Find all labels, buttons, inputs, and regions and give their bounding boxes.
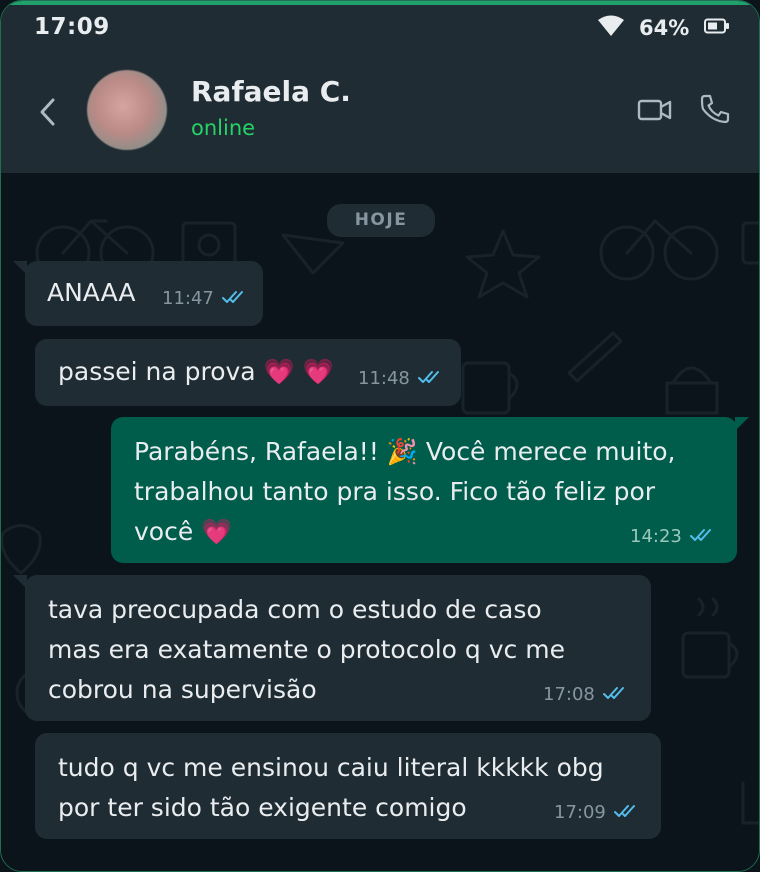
message-text-line-2: trabalhou tanto pra isso. Fico tão feliz… xyxy=(134,477,656,506)
message-time: 11:47 xyxy=(162,288,214,309)
message-time: 17:09 xyxy=(554,802,606,823)
message-text: passei na prova 💗 💗 xyxy=(58,357,334,386)
video-call-icon[interactable] xyxy=(637,97,673,127)
message-meta: 17:08 xyxy=(543,685,629,705)
message-time: 11:48 xyxy=(358,368,410,389)
message-meta: 14:23 xyxy=(630,527,716,547)
contact-name[interactable]: Rafaela C. xyxy=(191,75,351,108)
message-time: 14:23 xyxy=(630,526,682,547)
message-text-line-2: por ter sido tão exigente comigo xyxy=(58,793,467,822)
wifi-icon xyxy=(597,15,625,41)
message-text-line-3: você 💗 xyxy=(134,517,233,546)
read-receipt-icon xyxy=(417,369,444,389)
contact-presence: online xyxy=(191,116,256,140)
incoming-message[interactable]: tava preocupada com o estudo de caso mas… xyxy=(13,575,651,721)
incoming-message[interactable]: tudo q vc me ensinou caiu literal kkkkk … xyxy=(35,733,661,839)
message-meta: 11:47 xyxy=(162,289,248,309)
date-separator: HOJE xyxy=(327,204,435,237)
back-arrow-icon[interactable] xyxy=(37,97,59,131)
message-text: ANAAA xyxy=(47,278,136,307)
chat-header: Rafaela C. online xyxy=(1,53,759,173)
message-meta: 11:48 xyxy=(358,369,444,389)
message-text-line-1: tava preocupada com o estudo de caso xyxy=(48,595,542,624)
battery-percentage: 64% xyxy=(639,16,690,40)
message-text-line-1: Parabéns, Rafaela!! 🎉 Você merece muito, xyxy=(134,437,676,466)
incoming-message[interactable]: passei na prova 💗 💗 11:48 xyxy=(35,339,461,406)
contact-avatar[interactable] xyxy=(87,70,167,150)
read-receipt-icon xyxy=(602,685,629,705)
accent-line xyxy=(1,1,759,5)
message-text-line-2: mas era exatamente o protocolo q vc me xyxy=(48,635,565,664)
message-meta: 17:09 xyxy=(554,803,640,823)
status-bar: 17:09 64% xyxy=(1,1,759,53)
message-text-line-1: tudo q vc me ensinou caiu literal kkkkk … xyxy=(58,753,604,782)
outgoing-message[interactable]: Parabéns, Rafaela!! 🎉 Você merece muito,… xyxy=(111,417,749,563)
read-receipt-icon xyxy=(613,803,640,823)
battery-icon xyxy=(704,18,730,38)
read-receipt-icon xyxy=(689,527,716,547)
message-text-line-3: cobrou na supervisão xyxy=(48,675,317,704)
voice-call-icon[interactable] xyxy=(699,93,731,129)
read-receipt-icon xyxy=(221,289,248,309)
status-time: 17:09 xyxy=(34,14,110,40)
message-list[interactable]: HOJE ANAAA 11:47 passei na prova 💗 💗 11:… xyxy=(1,173,759,871)
message-time: 17:08 xyxy=(543,684,595,705)
phone-screen: 17:09 64% Rafaela C. online HOJE ANAAA 1… xyxy=(0,0,760,872)
incoming-message[interactable]: ANAAA 11:47 xyxy=(13,261,263,326)
